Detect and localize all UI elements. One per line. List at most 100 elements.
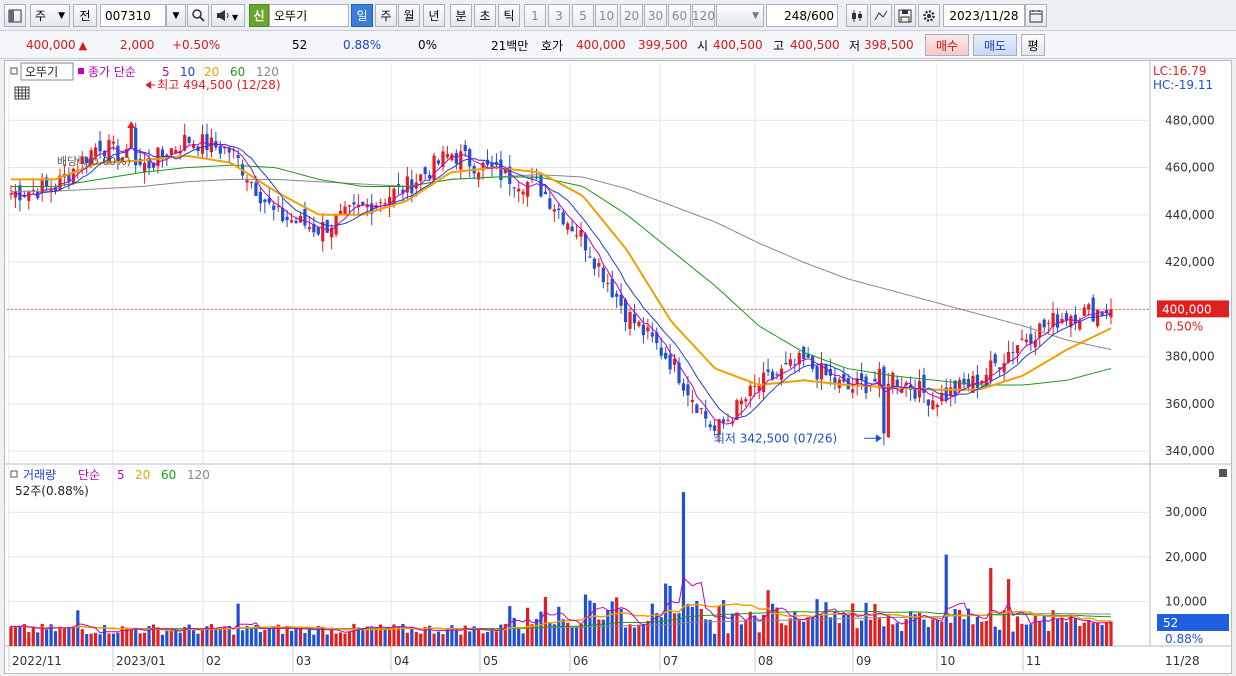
volume-tick-label: 20,000 <box>1165 550 1207 564</box>
volume-bar <box>325 634 329 646</box>
interval-button-4[interactable]: 분 <box>450 4 472 27</box>
volume-tick-label: 30,000 <box>1165 505 1207 519</box>
bar-count-value: 248 <box>784 8 808 23</box>
volume-bar <box>753 615 757 646</box>
stock-name-field[interactable]: 오뚜기 <box>269 4 349 27</box>
candle-body <box>993 354 997 364</box>
interval-button-6[interactable]: 틱 <box>498 4 520 27</box>
svg-text:▼: ▼ <box>232 13 239 22</box>
volume-bar <box>71 626 75 646</box>
minute-option-20[interactable]: 20 <box>620 4 643 27</box>
interval-button-3[interactable]: 년 <box>423 4 445 27</box>
candle-body <box>637 321 641 327</box>
search-icon[interactable] <box>187 4 209 27</box>
buy-button[interactable]: 매수 <box>925 34 969 56</box>
candle-body <box>628 311 632 329</box>
candle-body <box>882 366 886 434</box>
volume-bar <box>637 624 641 646</box>
volume-bar <box>672 613 677 646</box>
interval-button-0[interactable]: 일 <box>351 4 373 27</box>
candle-body <box>347 205 352 207</box>
volume-ratio: 0.88% <box>343 38 382 52</box>
volume-bar <box>477 628 481 646</box>
volume-bar <box>895 622 899 646</box>
volume-bar <box>548 622 552 646</box>
x-tick-label: 10 <box>940 654 955 668</box>
buy-label: 매수 <box>935 38 959 53</box>
minute-option-10[interactable]: 10 <box>595 4 618 27</box>
candle-type-icon[interactable] <box>846 4 868 27</box>
dividend-note: 배당락(0.00%) <box>57 155 131 168</box>
volume-bar <box>107 633 111 646</box>
count-dropdown[interactable]: ▼ <box>716 4 764 27</box>
candle-body <box>71 168 75 184</box>
volume-bar <box>664 583 668 646</box>
minute-option-3[interactable]: 3 <box>548 4 570 27</box>
volume-bar <box>851 603 855 646</box>
volume-bar <box>89 633 93 646</box>
candle-body <box>646 327 650 332</box>
minute-option-5[interactable]: 5 <box>572 4 594 27</box>
gear-icon[interactable] <box>918 4 940 27</box>
volume-bar <box>900 631 904 646</box>
minute-option-1[interactable]: 1 <box>524 4 546 27</box>
volume-bar <box>770 603 775 646</box>
code-dropdown-button[interactable]: ▼ <box>166 4 186 27</box>
x-tick-label: 11 <box>1026 654 1041 668</box>
stock-name-tag-label: 오뚜기 <box>25 65 58 79</box>
open-price: 400,500 <box>713 38 763 52</box>
candle-body <box>352 202 356 205</box>
volume-legend-prefix: 단순 <box>78 468 100 482</box>
volume-bar <box>993 626 997 646</box>
candle-body <box>27 191 31 201</box>
stock-code-input[interactable]: 007310 <box>100 4 166 27</box>
candle-body <box>254 182 258 196</box>
period-prefix-button[interactable]: 전 <box>73 4 97 27</box>
speaker-icon[interactable]: ▼ <box>211 4 245 27</box>
candle-body <box>477 172 481 180</box>
candle-body <box>748 385 752 396</box>
chart-canvas[interactable]: 2022/11 2023/01 02 03 04 05 06 07 08 09 10 11 11/28 4… <box>5 61 1231 673</box>
volume-bar <box>668 585 672 646</box>
candle-body <box>543 191 548 195</box>
minute-option-60[interactable]: 60 <box>668 4 691 27</box>
volume-bar <box>802 621 806 646</box>
hoga-label: 호가 <box>541 38 564 53</box>
trend-line-icon[interactable] <box>870 4 892 27</box>
volume-bar <box>312 634 316 646</box>
y-tick-label: 480,000 <box>1165 113 1215 127</box>
average-button[interactable]: 평 <box>1021 34 1045 56</box>
volume-bar <box>209 624 214 646</box>
save-icon[interactable] <box>894 4 916 27</box>
chevron-down-icon: ▼ <box>172 10 180 21</box>
candle-body <box>200 134 205 154</box>
market-select[interactable]: 주 ▼ <box>30 4 70 27</box>
bar-count-input[interactable]: 248 /600 <box>766 4 838 27</box>
volume-bar <box>62 628 67 646</box>
volume-bar <box>459 634 463 646</box>
volume-bar <box>1038 621 1042 646</box>
interval-button-5[interactable]: 초 <box>474 4 496 27</box>
volume-bar <box>499 624 503 646</box>
interval-button-1[interactable]: 주 <box>375 4 397 27</box>
minute-option-30[interactable]: 30 <box>644 4 667 27</box>
current-price: 400,000 ▲ <box>26 36 87 54</box>
calendar-icon[interactable] <box>1025 4 1047 27</box>
interval-button-2[interactable]: 월 <box>398 4 420 27</box>
volume-bar <box>294 627 298 646</box>
triangle-up-icon: ▲ <box>78 38 88 52</box>
candle-body <box>379 202 383 204</box>
volume-bar <box>494 631 499 646</box>
volume-bar <box>80 629 84 646</box>
candle-body <box>686 384 690 396</box>
volume-bar <box>628 624 632 646</box>
window-icon[interactable] <box>4 4 26 27</box>
candle-body <box>1055 314 1060 328</box>
candle-body <box>1082 307 1086 316</box>
credit-badge-label: 신 <box>253 9 265 23</box>
minute-option-120[interactable]: 120 <box>692 4 715 27</box>
candle-body <box>592 258 597 269</box>
date-input[interactable]: 2023/11/28 <box>943 4 1025 27</box>
date-value: 2023/11/28 <box>949 8 1019 23</box>
sell-button[interactable]: 매도 <box>973 34 1017 56</box>
